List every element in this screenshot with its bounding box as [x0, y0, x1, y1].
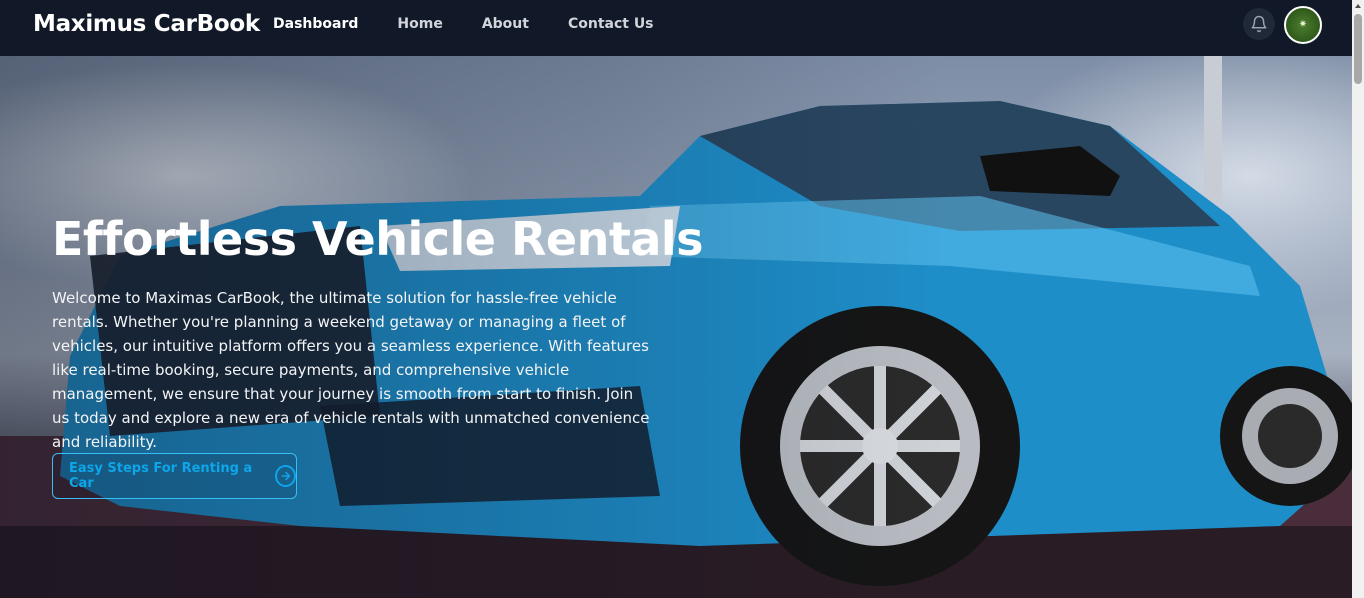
user-avatar[interactable]: ✷: [1284, 6, 1322, 44]
hero-description: Welcome to Maximas CarBook, the ultimate…: [52, 289, 650, 451]
brand-logo[interactable]: Maximus CarBook: [33, 11, 260, 37]
nav-link-about[interactable]: About: [482, 16, 529, 32]
arrow-right-circle-icon: [275, 465, 296, 487]
hero-title: Effortless Vehicle Rentals: [52, 212, 704, 266]
avatar-emblem-icon: ✷: [1298, 19, 1308, 30]
easy-steps-label: Easy Steps For Renting a Car: [69, 461, 253, 491]
notifications-button[interactable]: [1243, 8, 1275, 40]
hero-section: Effortless Vehicle Rentals Welcome to Ma…: [0, 56, 1352, 598]
top-navbar: Maximus CarBook Dashboard Home About Con…: [0, 0, 1352, 56]
scrollbar-thumb[interactable]: [1354, 14, 1362, 84]
nav-link-home[interactable]: Home: [397, 16, 442, 32]
scroll-up-arrow-icon[interactable]: [1355, 4, 1361, 8]
easy-steps-button[interactable]: Easy Steps For Renting a Car: [52, 453, 297, 499]
page-scrollbar[interactable]: [1352, 0, 1364, 598]
nav-link-contact-us[interactable]: Contact Us: [568, 16, 654, 32]
nav-link-dashboard[interactable]: Dashboard: [273, 16, 358, 32]
bell-icon: [1251, 15, 1267, 33]
nav-links: Dashboard Home About Contact Us: [273, 16, 693, 32]
